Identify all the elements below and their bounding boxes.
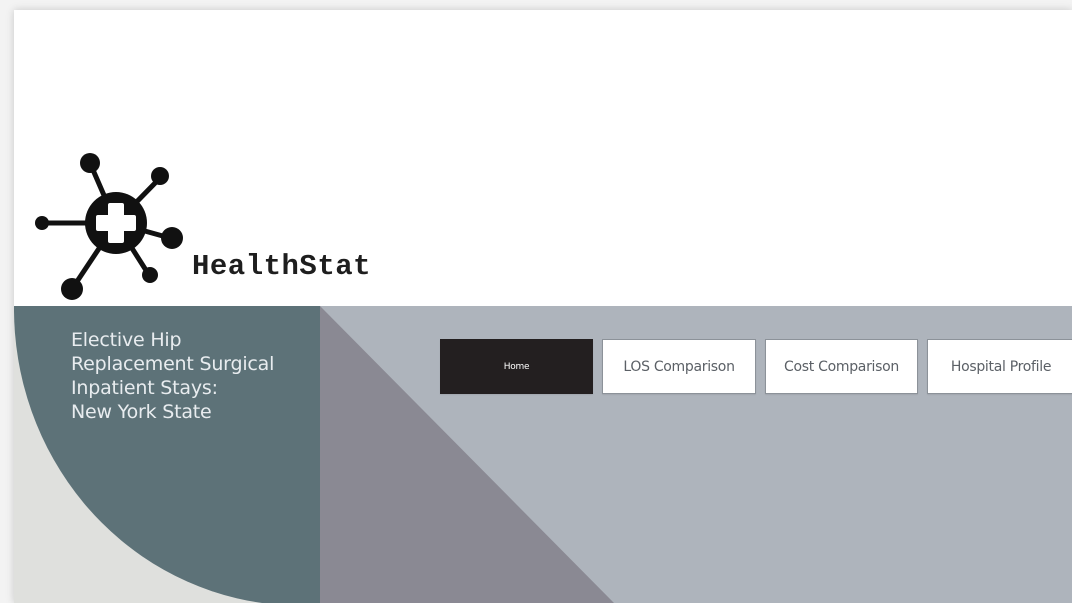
home-button[interactable]: Home: [440, 339, 593, 394]
report-title-line: Inpatient Stays:: [71, 377, 218, 399]
brand-name: HealthStat: [192, 250, 372, 283]
cost-comparison-button[interactable]: Cost Comparison: [765, 339, 918, 394]
report-title-line: Replacement Surgical: [71, 353, 275, 375]
report-title-line: Elective Hip: [71, 329, 182, 351]
report-title: Elective Hip Replacement Surgical Inpati…: [71, 328, 321, 424]
report-title-line: New York State: [71, 401, 212, 423]
header: HealthStat: [14, 10, 1072, 306]
report-canvas: HealthStat Elective Hip Replacement Surg…: [14, 10, 1072, 603]
hero-banner: Elective Hip Replacement Surgical Inpati…: [14, 306, 1072, 603]
hospital-profile-button[interactable]: Hospital Profile: [927, 339, 1072, 394]
medical-network-icon: [35, 153, 183, 300]
los-comparison-button[interactable]: LOS Comparison: [602, 339, 756, 394]
